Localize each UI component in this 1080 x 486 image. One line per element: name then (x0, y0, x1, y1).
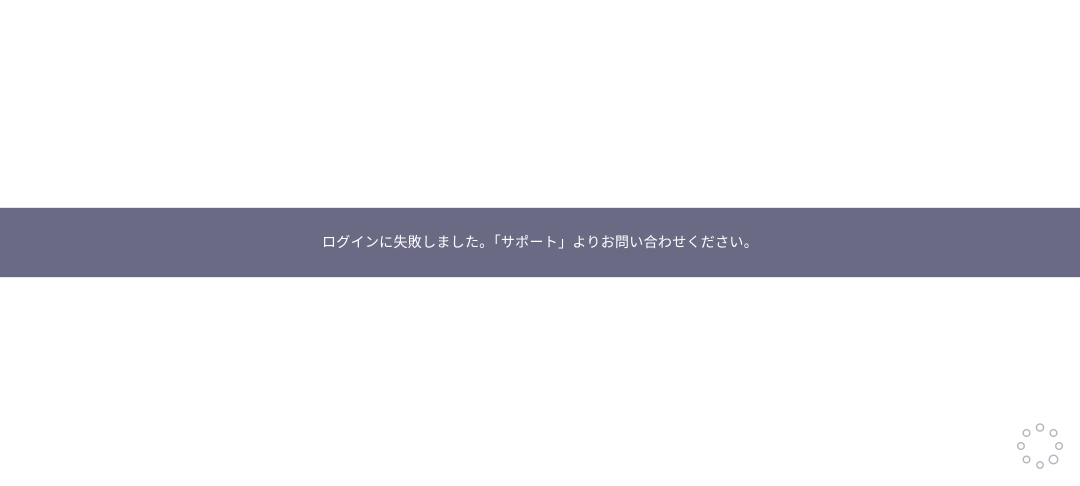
loading-spinner-icon (1016, 422, 1064, 470)
error-banner: ログインに失敗しました。「サポート」よりお問い合わせください。 (0, 207, 1080, 278)
error-message: ログインに失敗しました。「サポート」よりお問い合わせください。 (321, 234, 759, 251)
page: ログインに失敗しました。「サポート」よりお問い合わせください。 (0, 0, 1080, 486)
